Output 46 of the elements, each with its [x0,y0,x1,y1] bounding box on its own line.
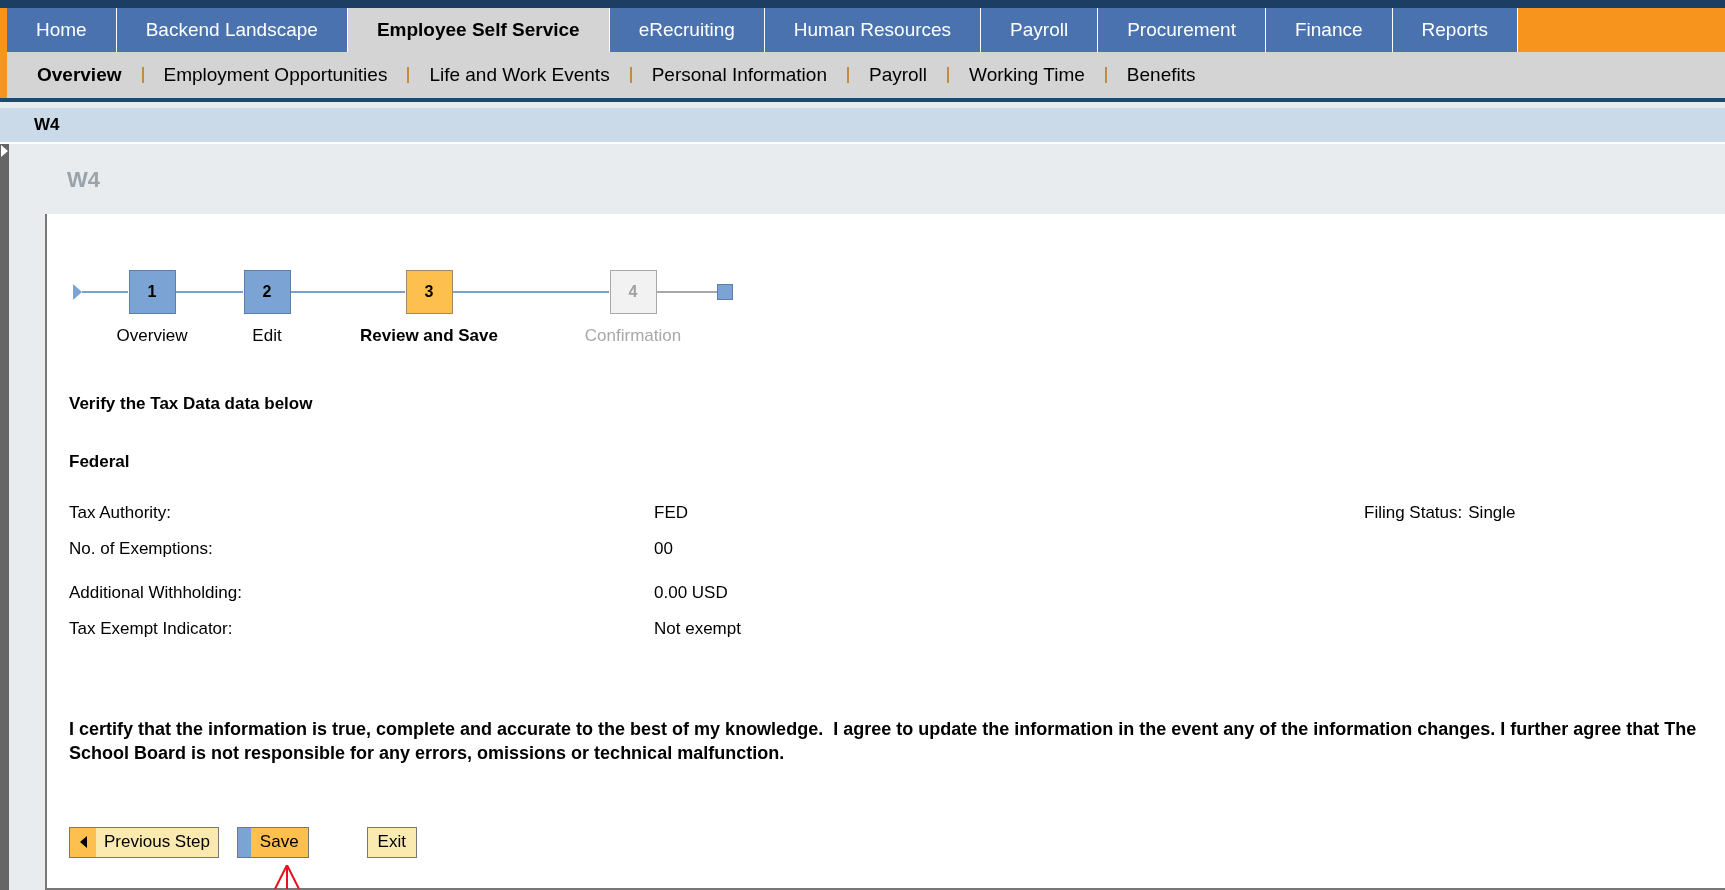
sub-nav-link[interactable]: Employment Opportunities [163,60,388,90]
field-label: Tax Exempt Indicator: [69,617,234,640]
field-value: Not exempt [654,617,742,640]
step-number: 3 [405,270,453,314]
step-label: Overview [116,325,188,347]
field-label: No. of Exemptions: [69,537,214,560]
sub-nav-link[interactable]: Overview [37,60,122,90]
annotation-arrow-icon [273,864,300,889]
nav-tab[interactable]: Home [7,8,117,52]
field-value: 0.00 USD [654,581,729,604]
certification-text: I certify that the information is true, complete and accurate to the best of my knowledge. I agree to update the information in the event any of the information changes. I further agree that The School Board is not responsible for any errors, omissions or technical malfunction. [69,717,1698,765]
nav-tab[interactable]: Human Resources [764,8,982,52]
step-label: Review and Save [360,325,498,347]
previous-step-button[interactable]: Previous Step [69,826,219,858]
sub-nav-link[interactable]: Benefits [1126,60,1196,90]
step-number: 1 [128,270,176,314]
step-label: Confirmation [584,325,682,347]
field-label: Tax Authority: [69,501,173,524]
instruction-text: Verify the Tax Data data below [69,392,314,415]
exit-button[interactable]: Exit [366,826,417,858]
step-number: 2 [243,270,291,314]
field-label: Filing Status: [1364,501,1463,524]
panel-title: W4 [67,165,100,194]
section-title: Federal [69,451,131,473]
expand-icon[interactable] [0,144,9,158]
nav-tab[interactable]: Finance [1265,8,1393,52]
step-label: Edit [252,325,282,347]
sub-nav-link[interactable]: Working Time [969,60,1085,90]
field-value: Single [1468,501,1516,524]
field-value: 00 [654,537,674,560]
nav-tab[interactable]: Procurement [1098,8,1266,52]
sub-nav-link[interactable]: Personal Information [651,60,827,90]
nav-tab[interactable]: Payroll [981,8,1099,52]
page-title: W4 [34,114,60,137]
nav-tab[interactable]: eRecruiting [609,8,765,52]
save-button[interactable]: Save [236,826,309,858]
sub-nav-link[interactable]: Life and Work Events [429,60,610,90]
field-value: FED [654,501,689,524]
nav-tab[interactable]: Employee Self Service [347,8,610,52]
sub-nav-link[interactable]: Payroll [868,60,928,90]
left-triangle-icon [79,836,87,848]
step-number: 4 [609,270,657,314]
end-marker-icon [717,284,733,300]
field-label: Additional Withholding: [69,581,243,604]
nav-tab[interactable]: Reports [1392,8,1519,52]
nav-tab[interactable]: Backend Landscape [116,8,348,52]
